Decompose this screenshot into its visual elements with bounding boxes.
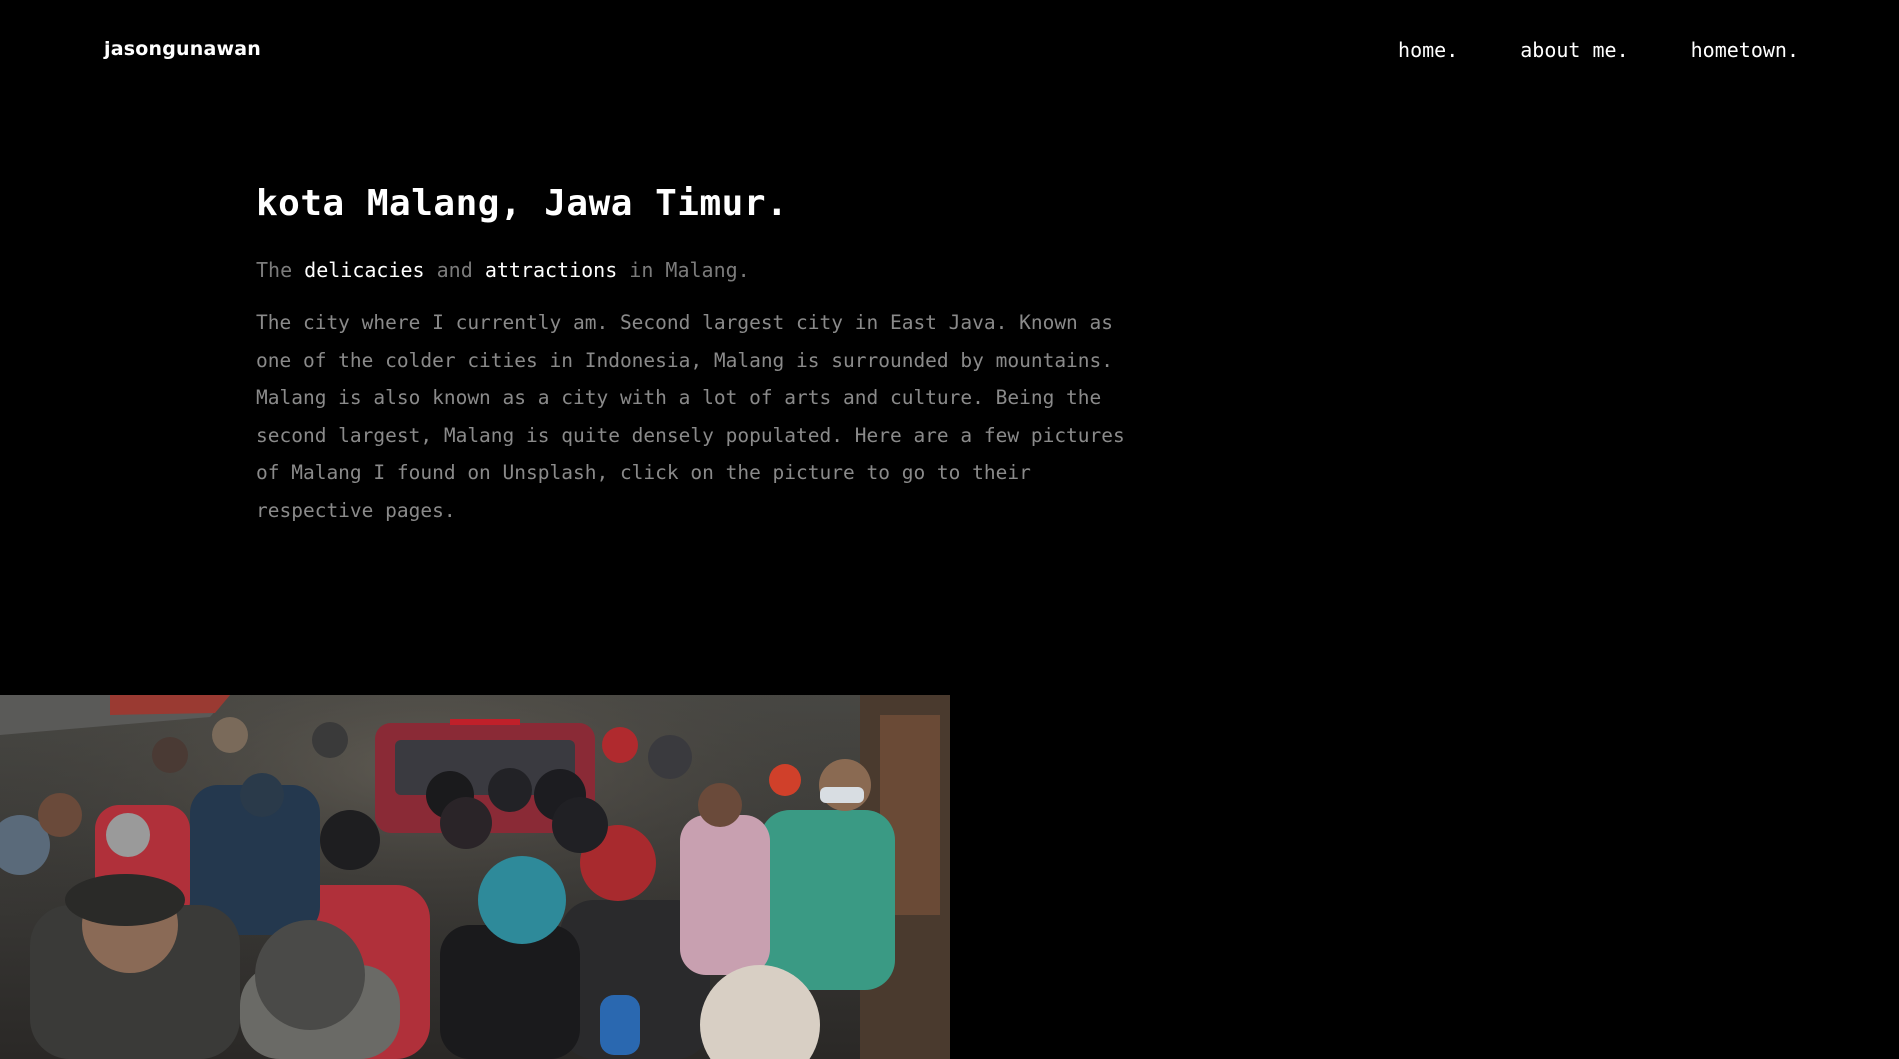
- main-nav: home. about me. hometown.: [1398, 38, 1799, 62]
- malang-street-photo[interactable]: [0, 695, 950, 1059]
- page-title: kota Malang, Jawa Timur.: [256, 183, 789, 224]
- page-tagline: The delicacies and attractions in Malang…: [256, 258, 1156, 282]
- intro-section: kota Malang, Jawa Timur. The delicacies …: [256, 183, 1156, 529]
- nav-link-about-me[interactable]: about me.: [1520, 38, 1628, 62]
- tagline-text-1: The: [256, 258, 305, 282]
- page-description: The city where I currently am. Second la…: [256, 311, 1125, 522]
- tagline-text-2: and: [424, 258, 485, 282]
- nav-link-hometown[interactable]: hometown.: [1691, 38, 1799, 62]
- tagline-text-3: in Malang.: [617, 258, 750, 282]
- street-crowd-image: [0, 695, 950, 1059]
- site-logo[interactable]: jasongunawan: [104, 38, 261, 60]
- nav-link-home[interactable]: home.: [1398, 38, 1458, 62]
- tagline-highlight-attractions: attractions: [484, 258, 618, 282]
- tagline-highlight-delicacies: delicacies: [304, 258, 425, 282]
